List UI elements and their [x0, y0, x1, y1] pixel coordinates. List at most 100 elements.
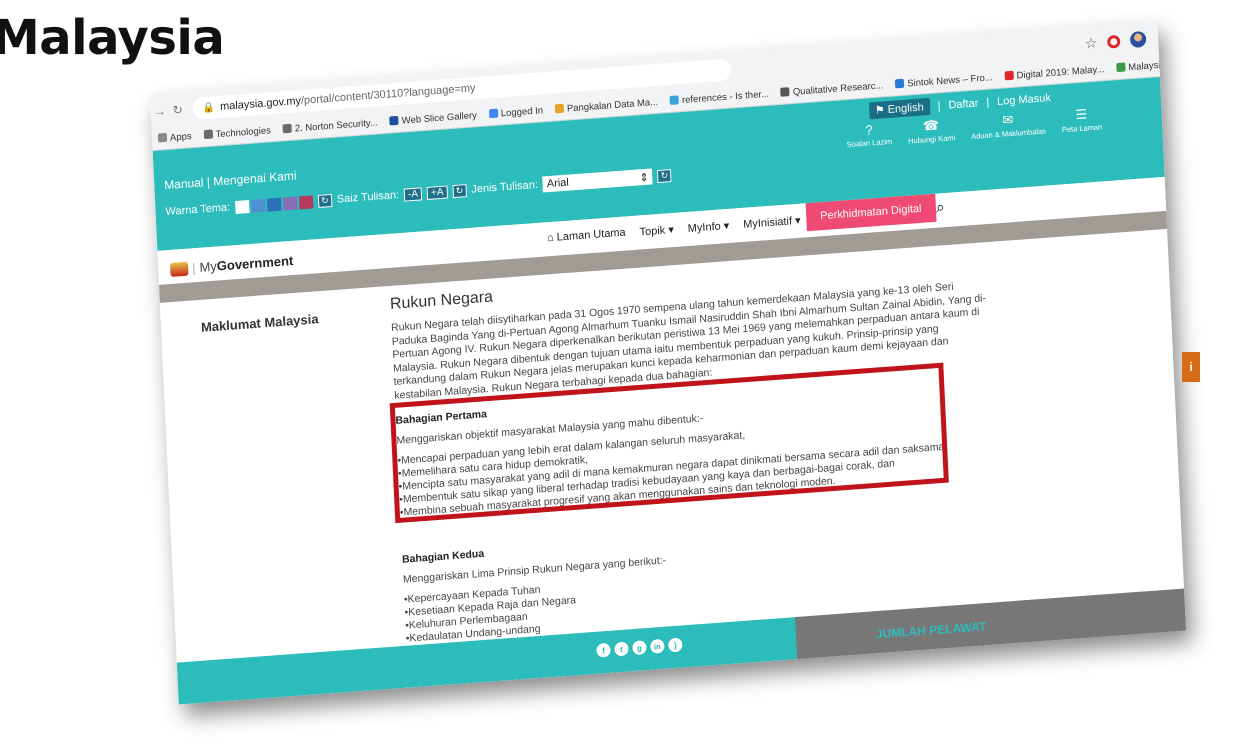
- util-link[interactable]: ✉ Aduan & Maklumbalas: [970, 109, 1047, 141]
- reset-size-icon[interactable]: ↻: [452, 183, 467, 198]
- bookmark-item[interactable]: Technologies: [203, 125, 271, 141]
- bookmark-item[interactable]: Pangkalan Data Ma...: [554, 96, 659, 116]
- bookmark-label: Apps: [169, 131, 192, 144]
- font-select[interactable]: Arial ⇕: [542, 168, 653, 193]
- bookmark-label: Digital 2019: Malay...: [1016, 64, 1105, 82]
- home-icon: ⌂: [546, 231, 558, 245]
- bookmark-favicon-icon: [669, 95, 680, 105]
- bookmark-favicon-icon: [780, 87, 790, 97]
- util-label: Aduan & Maklumbalas: [970, 126, 1047, 141]
- twitter-icon[interactable]: t: [614, 641, 629, 657]
- bookmark-item[interactable]: references - Is ther...: [669, 88, 770, 107]
- manual-link[interactable]: Manual: [164, 175, 204, 192]
- about-link[interactable]: Mengenai Kami: [213, 168, 297, 188]
- nav-item-label: Laman Utama: [556, 226, 626, 244]
- bookmark-item[interactable]: Logged In: [488, 105, 544, 120]
- help-links: Manual | Mengenai Kami: [164, 168, 297, 192]
- util-link[interactable]: ? Soalan Lazim: [846, 121, 893, 150]
- profile-avatar-icon[interactable]: [1129, 30, 1147, 49]
- nav-item[interactable]: MyInfo ▾: [687, 219, 730, 235]
- bookmark-label: Web Slice Gallery: [401, 110, 478, 127]
- nav-item[interactable]: MyInisiatif ▾: [743, 214, 801, 231]
- bookmark-favicon-icon: [1004, 70, 1014, 81]
- bookmark-favicon-icon: [282, 123, 293, 134]
- forward-icon[interactable]: →: [150, 104, 169, 119]
- bookmark-item[interactable]: 2. Norton Security...: [282, 117, 379, 135]
- sitemap-icon: ☰: [1075, 106, 1088, 123]
- bookmark-favicon-icon: [1116, 62, 1126, 73]
- bookmark-label: 2. Norton Security...: [294, 117, 379, 135]
- google-icon[interactable]: g: [632, 640, 647, 656]
- separator: |: [986, 96, 990, 109]
- nav-item-label: MyInisiatif ▾: [742, 214, 801, 231]
- bookmark-star-icon[interactable]: ☆: [1084, 34, 1097, 52]
- daftar-link[interactable]: Daftar: [948, 97, 978, 111]
- mygovernment-logo[interactable]: | MyGovernment: [169, 253, 294, 277]
- nav-item[interactable]: Topik ▾: [639, 223, 675, 239]
- util-label: Peta Laman: [1061, 122, 1103, 135]
- logo-divider: |: [191, 260, 196, 276]
- feedback-icon: ✉: [1002, 111, 1014, 128]
- font-label: Jenis Tulisan:: [471, 178, 539, 196]
- instagram-icon[interactable]: in: [650, 638, 665, 654]
- rss-icon[interactable]: ): [668, 637, 683, 653]
- sidebar-title: Maklumat Malaysia: [200, 311, 319, 335]
- theme-swatch[interactable]: [234, 199, 250, 214]
- logo-prefix: My: [199, 258, 218, 275]
- util-label: Hubungi Kami: [907, 133, 956, 146]
- bookmark-item[interactable]: Apps: [157, 131, 192, 144]
- theme-swatch[interactable]: [298, 194, 314, 209]
- flag-icon: ⚑: [874, 104, 888, 117]
- select-arrows-icon: ⇕: [639, 171, 649, 184]
- facebook-icon[interactable]: f: [596, 642, 611, 658]
- logo-wordmark: MyGovernment: [199, 253, 293, 275]
- separator: |: [937, 99, 941, 112]
- bookmark-label: Technologies: [215, 125, 272, 141]
- bookmark-favicon-icon: [488, 108, 499, 119]
- side-info-tab[interactable]: i: [1182, 352, 1200, 382]
- bookmark-label: Malaysian Commu...: [1128, 56, 1160, 74]
- reset-font-icon[interactable]: ↻: [657, 168, 672, 183]
- english-label: English: [887, 101, 924, 117]
- crest-icon: [169, 261, 189, 277]
- bookmark-label: Pangkalan Data Ma...: [566, 96, 659, 115]
- bookmark-label: Sintok News – Fro...: [907, 72, 993, 90]
- bookmark-label: references - Is ther...: [681, 88, 770, 107]
- website-screenshot: → ↻ 🔒 malaysia.gov.my/portal/content/3011…: [150, 21, 1187, 705]
- bookmark-favicon-icon: [895, 78, 905, 89]
- nav-item-label: Topik ▾: [639, 224, 675, 239]
- increase-font-button[interactable]: +A: [426, 184, 448, 200]
- bookmark-label: Logged In: [500, 105, 544, 120]
- reload-icon[interactable]: ↻: [168, 102, 187, 118]
- util-link[interactable]: ☎ Hubungi Kami: [907, 116, 955, 145]
- opera-extension-icon[interactable]: [1106, 34, 1121, 49]
- decrease-font-button[interactable]: -A: [403, 186, 423, 202]
- theme-swatch[interactable]: [250, 198, 266, 213]
- logo-text: Government: [216, 252, 294, 274]
- util-link[interactable]: ☰ Peta Laman: [1061, 105, 1103, 134]
- login-link[interactable]: Log Masuk: [997, 92, 1051, 108]
- theme-swatch[interactable]: [266, 197, 282, 212]
- separator: |: [206, 174, 211, 190]
- size-label: Saiz Tulisan:: [336, 189, 400, 206]
- bookmark-favicon-icon: [389, 115, 399, 126]
- search-icon[interactable]: ⌕: [936, 199, 946, 218]
- reset-theme-icon[interactable]: ↻: [317, 193, 333, 208]
- bookmark-favicon-icon: [157, 132, 168, 143]
- bookmark-item[interactable]: Digital 2019: Malay...: [1004, 64, 1105, 82]
- bookmark-item[interactable]: Malaysian Commu...: [1116, 56, 1160, 74]
- slide-title: Malaysia: [0, 10, 225, 66]
- phone-icon: ☎: [922, 117, 940, 134]
- bookmark-item[interactable]: Qualitative Researc...: [780, 80, 884, 99]
- theme-swatch[interactable]: [282, 196, 298, 211]
- english-button[interactable]: ⚑ English: [868, 97, 931, 120]
- url-host: malaysia.gov.my: [219, 94, 302, 113]
- font-select-value: Arial: [546, 176, 570, 191]
- bookmark-item[interactable]: Web Slice Gallery: [389, 110, 478, 127]
- bookmark-favicon-icon: [554, 103, 565, 114]
- util-label: Soalan Lazim: [846, 136, 893, 150]
- nav-item[interactable]: ⌂ Laman Utama: [547, 227, 626, 246]
- lock-icon: 🔒: [202, 102, 216, 115]
- url-path: /portal/content/30110?language=my: [300, 82, 476, 107]
- bookmark-item[interactable]: Sintok News – Fro...: [895, 72, 993, 90]
